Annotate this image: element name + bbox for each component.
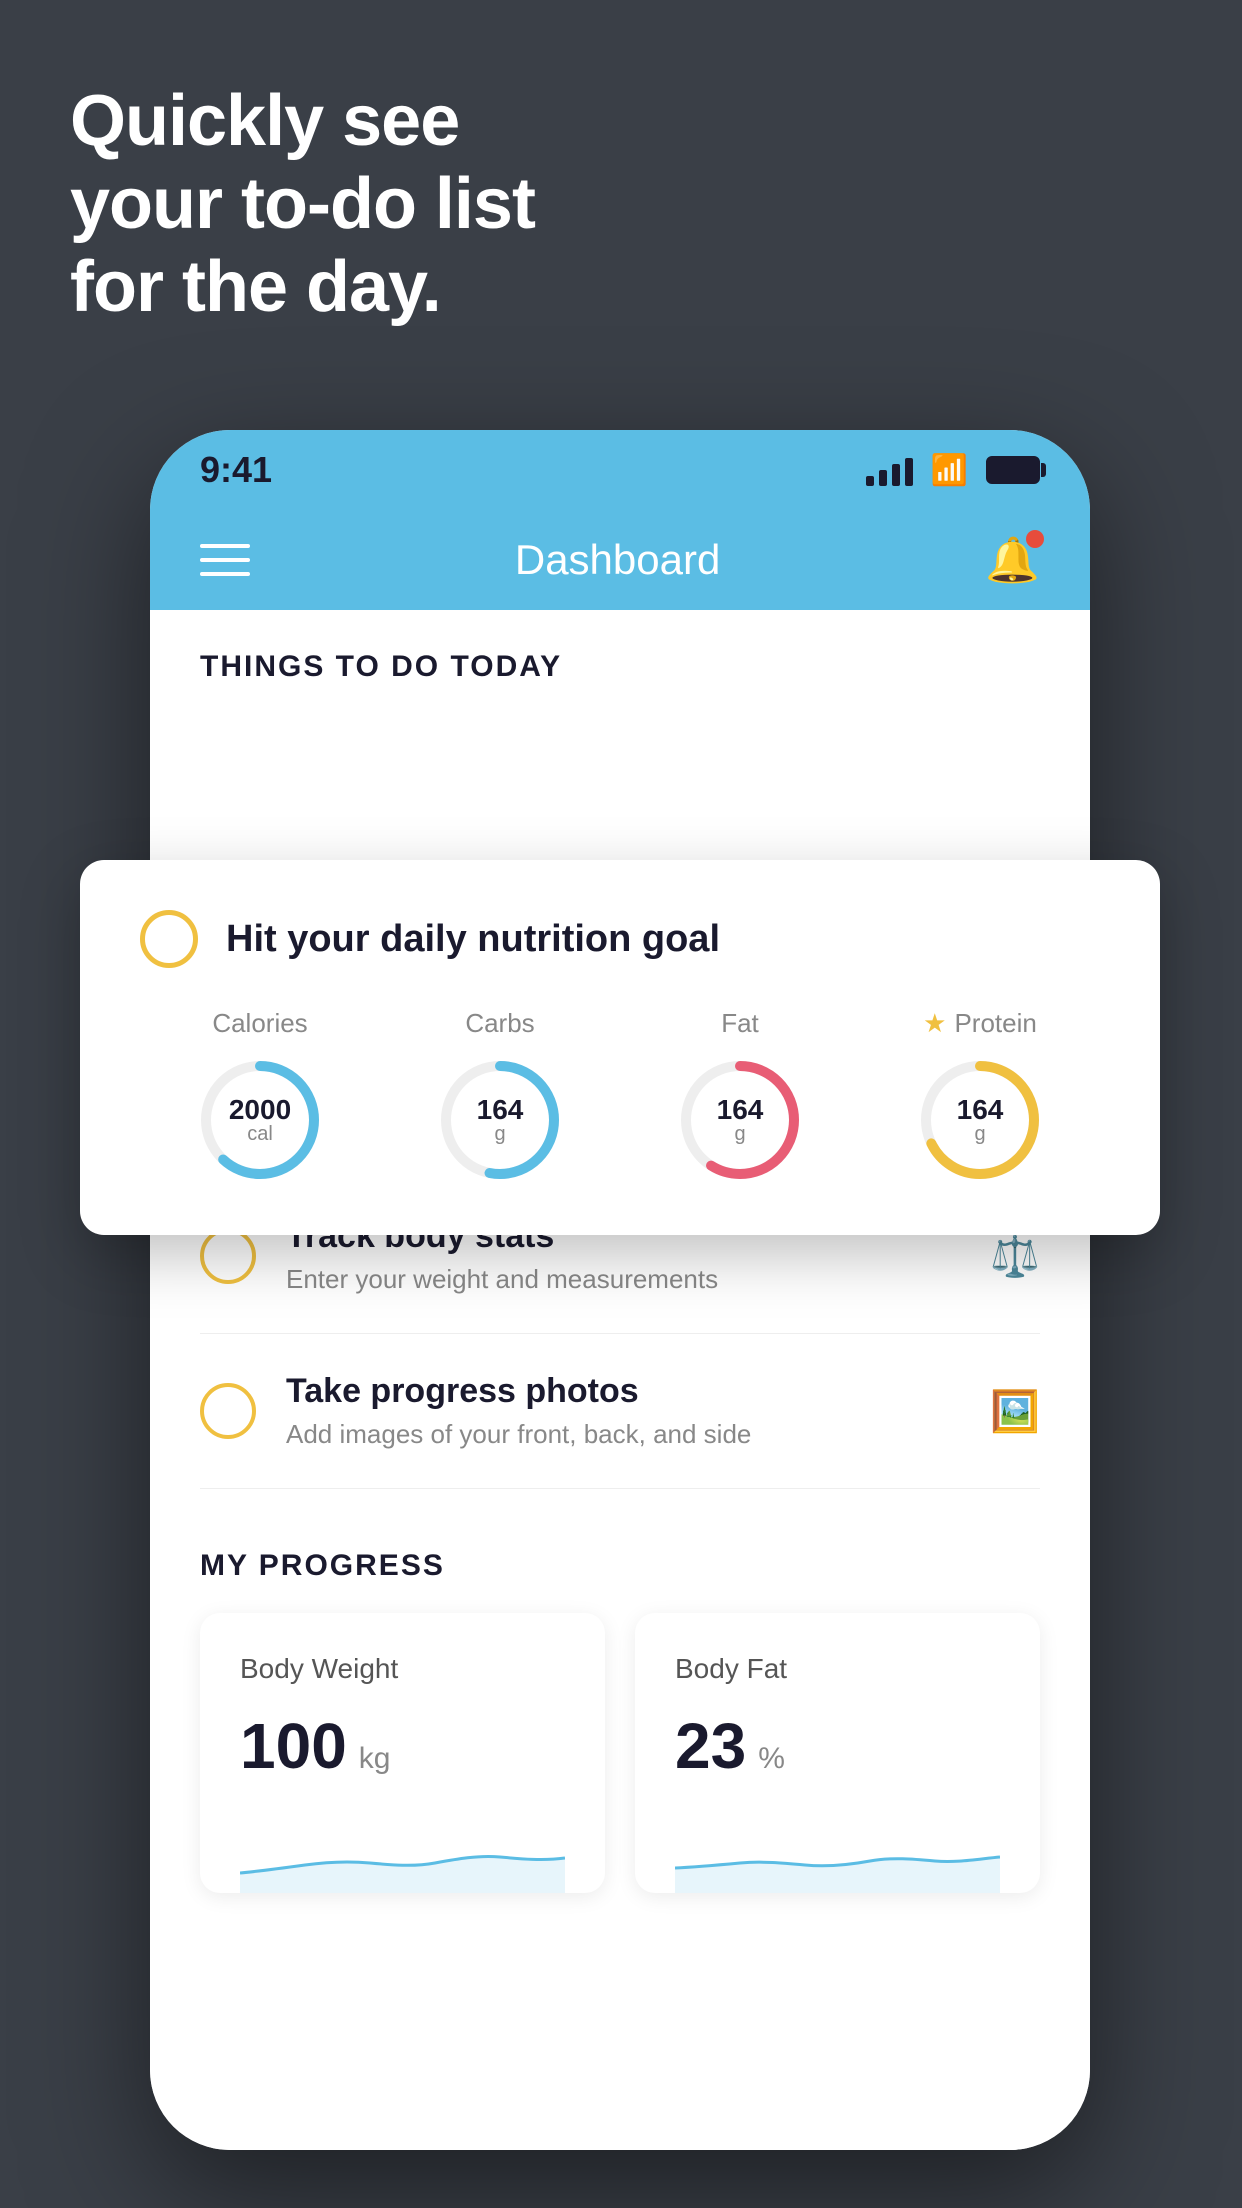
status-icons: 📶	[866, 453, 1040, 488]
notification-badge	[1026, 530, 1044, 548]
calories-value-group: 2000 cal	[229, 1096, 291, 1144]
nutrition-protein: ★ Protein 164 g	[915, 1008, 1045, 1185]
phone-mockup: 9:41 📶 Dashboard 🔔 THINGS TO DO TODAY	[150, 430, 1090, 2150]
todo-item-photos[interactable]: Take progress photos Add images of your …	[200, 1334, 1040, 1489]
section-header: THINGS TO DO TODAY	[150, 610, 1090, 704]
nutrition-fat: Fat 164 g	[675, 1008, 805, 1185]
todo-content-photos: Take progress photos Add images of your …	[286, 1372, 990, 1450]
status-time: 9:41	[200, 449, 272, 491]
nutrition-carbs: Carbs 164 g	[435, 1008, 565, 1185]
calories-label: Calories	[212, 1008, 307, 1039]
protein-label: Protein	[954, 1008, 1036, 1039]
scale-icon: ⚖️	[990, 1233, 1040, 1280]
nav-title: Dashboard	[515, 536, 720, 584]
menu-button[interactable]	[200, 544, 250, 576]
todo-circle-body-stats	[200, 1228, 256, 1284]
body-fat-label: Body Fat	[675, 1653, 1000, 1685]
fat-value-group: 164 g	[717, 1096, 764, 1144]
protein-value: 164	[957, 1096, 1004, 1124]
fat-unit: g	[717, 1124, 764, 1144]
calories-ring: 2000 cal	[195, 1055, 325, 1185]
star-icon: ★	[923, 1008, 946, 1039]
nutrition-calories: Calories 2000 cal	[195, 1008, 325, 1185]
body-weight-unit: kg	[359, 1742, 391, 1776]
body-fat-unit: %	[758, 1742, 785, 1776]
signal-icon	[866, 454, 913, 486]
progress-header: MY PROGRESS	[200, 1549, 1040, 1583]
progress-card-fat[interactable]: Body Fat 23 %	[635, 1613, 1040, 1893]
calories-value: 2000	[229, 1096, 291, 1124]
fat-label: Fat	[721, 1008, 759, 1039]
carbs-value-group: 164 g	[477, 1096, 524, 1144]
body-weight-chart	[240, 1813, 565, 1893]
hero-text: Quickly see your to-do list for the day.	[70, 80, 535, 328]
calories-unit: cal	[229, 1124, 291, 1144]
body-fat-value: 23	[675, 1709, 746, 1783]
card-checkbox[interactable]	[140, 910, 198, 968]
todo-subtitle-body-stats: Enter your weight and measurements	[286, 1264, 990, 1295]
protein-ring: 164 g	[915, 1055, 1045, 1185]
body-weight-value: 100	[240, 1709, 347, 1783]
battery-icon	[986, 456, 1040, 484]
nutrition-row: Calories 2000 cal Carbs	[140, 1008, 1100, 1185]
fat-value: 164	[717, 1096, 764, 1124]
protein-value-group: 164 g	[957, 1096, 1004, 1144]
carbs-value: 164	[477, 1096, 524, 1124]
body-fat-value-row: 23 %	[675, 1709, 1000, 1783]
body-fat-chart	[675, 1813, 1000, 1893]
progress-cards: Body Weight 100 kg	[200, 1613, 1040, 1893]
carbs-label: Carbs	[465, 1008, 534, 1039]
todo-circle-photos	[200, 1383, 256, 1439]
protein-unit: g	[957, 1124, 1004, 1144]
notification-button[interactable]: 🔔	[985, 534, 1040, 586]
card-title: Hit your daily nutrition goal	[226, 918, 720, 961]
camera-icon: 🖼️	[990, 1388, 1040, 1435]
status-bar: 9:41 📶	[150, 430, 1090, 510]
nav-bar: Dashboard 🔔	[150, 510, 1090, 610]
carbs-ring: 164 g	[435, 1055, 565, 1185]
carbs-unit: g	[477, 1124, 524, 1144]
body-weight-value-row: 100 kg	[240, 1709, 565, 1783]
fat-ring: 164 g	[675, 1055, 805, 1185]
todo-subtitle-photos: Add images of your front, back, and side	[286, 1419, 990, 1450]
main-content: THINGS TO DO TODAY Running Track your st…	[150, 610, 1090, 2150]
body-weight-label: Body Weight	[240, 1653, 565, 1685]
nutrition-card: Hit your daily nutrition goal Calories 2…	[80, 860, 1160, 1235]
progress-section: MY PROGRESS Body Weight 100 kg	[150, 1489, 1090, 1893]
protein-label-row: ★ Protein	[923, 1008, 1037, 1039]
todo-title-photos: Take progress photos	[286, 1372, 990, 1411]
wifi-icon: 📶	[931, 453, 968, 488]
progress-card-weight[interactable]: Body Weight 100 kg	[200, 1613, 605, 1893]
card-title-row: Hit your daily nutrition goal	[140, 910, 1100, 968]
